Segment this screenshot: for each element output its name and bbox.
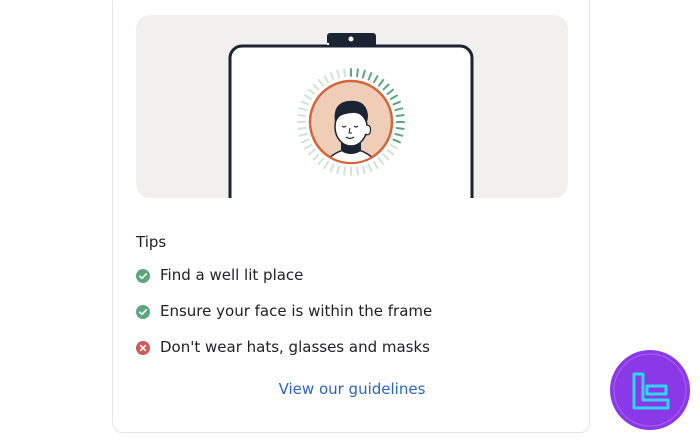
- scan-ring-tick: [297, 114, 307, 117]
- face-scan-illustration: [136, 15, 568, 198]
- scan-ring-tick: [297, 127, 307, 130]
- x-circle-icon: [136, 340, 150, 355]
- phone-face-scan-graphic: [228, 33, 474, 198]
- scan-ring-tick: [343, 68, 346, 78]
- tip-text: Don't wear hats, glasses and masks: [160, 338, 430, 356]
- page: Tips Find a well lit place Ensure your f…: [0, 0, 700, 440]
- check-circle-icon: [136, 304, 150, 319]
- tip-text: Find a well lit place: [160, 266, 304, 284]
- scan-ring-tick: [356, 166, 359, 176]
- check-circle-icon: [136, 268, 150, 283]
- tips-heading: Tips: [136, 233, 167, 251]
- view-guidelines-link[interactable]: View our guidelines: [136, 380, 568, 398]
- tip-item-accessories: Don't wear hats, glasses and masks: [136, 334, 432, 360]
- scan-ring-tick: [395, 114, 405, 117]
- scan-ring-tick: [356, 68, 359, 78]
- tip-text: Ensure your face is within the frame: [160, 302, 433, 320]
- tip-item-lighting: Find a well lit place: [136, 262, 432, 288]
- camera-lens-icon: [347, 35, 355, 43]
- camera-dot: [326, 42, 330, 46]
- scan-ring-tick: [395, 127, 405, 130]
- tip-item-framing: Ensure your face is within the frame: [136, 298, 432, 324]
- brand-logo-badge: [610, 350, 690, 430]
- scan-ring-tick: [343, 166, 346, 176]
- tips-list: Find a well lit place Ensure your face i…: [136, 262, 432, 370]
